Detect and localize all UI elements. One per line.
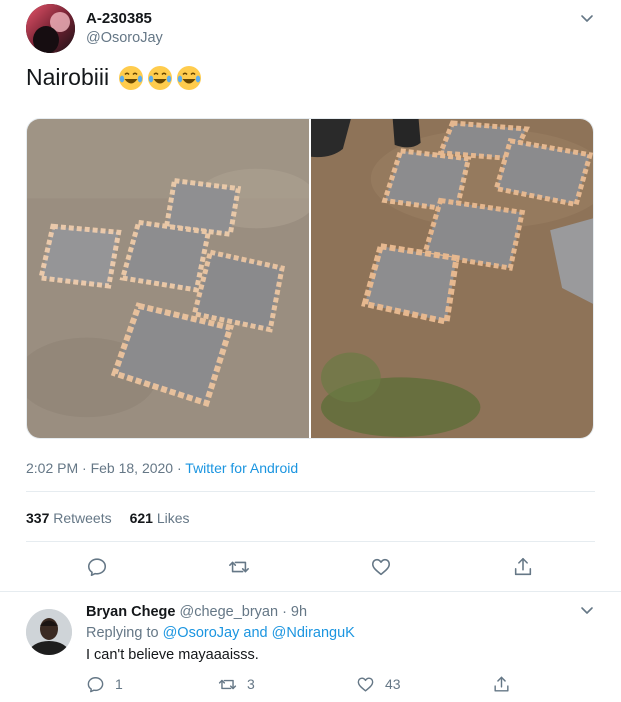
reply-retweet-button[interactable]: 3 [218,674,255,694]
laughing-emoji-icon [148,65,173,90]
reply-icon [87,676,104,692]
egg-tray [191,249,286,333]
reply-text: I can't believe mayaaaisss. [86,647,259,663]
egg-tray [119,219,212,293]
likes-count: 621 [129,510,153,526]
timestamp[interactable]: 2:02 PM · Feb 18, 2020 [26,460,173,476]
replying-to: Replying to @OsoroJay and @NdiranguK [86,625,355,641]
chevron-down-icon[interactable] [579,10,595,26]
reply-reply-button[interactable]: 1 [86,674,123,694]
retweets-label: Retweets [53,510,112,526]
like-icon [357,676,374,692]
like-icon[interactable] [370,556,392,578]
share-icon[interactable] [512,556,534,578]
mention-link[interactable]: @NdiranguK [272,625,355,641]
egg-tray [163,177,242,238]
likes-label: Likes [156,510,190,526]
laughing-emoji-icon [119,65,144,90]
reply-header: Bryan Chege @chege_bryan · 9h [86,604,307,620]
photo-right[interactable] [311,119,593,438]
tweet-stats: 337 Retweets 621 Likes [26,510,190,526]
share-icon [494,676,509,692]
laughing-emoji-icon [177,65,202,90]
tweet-text: Nairobiii [26,64,202,91]
meta-separator: · [173,460,186,476]
likes-stat[interactable]: 621 Likes [130,510,190,526]
retweets-count: 337 [26,510,50,526]
tweet-source-link[interactable]: Twitter for Android [185,460,298,476]
tweet-text-body: Nairobiii [26,64,110,90]
reply-display-name[interactable]: Bryan Chege [86,604,175,620]
reply-avatar[interactable] [26,609,72,655]
display-name[interactable]: A-230385 [86,10,152,27]
chevron-down-icon[interactable] [579,602,595,618]
retweet-count: 3 [247,676,255,692]
reply-handle[interactable]: @chege_bryan [179,604,278,620]
tweet-meta: 2:02 PM · Feb 18, 2020 · Twitter for And… [26,460,298,476]
reply-actions: 1 3 43 [0,674,621,696]
tweet-actions [0,556,621,580]
reply-count: 1 [115,676,123,692]
retweet-icon [218,679,237,689]
main-tweet: A-230385 @OsoroJay Nairobiii 2:02 PM · F… [0,0,621,592]
reply-like-button[interactable]: 43 [356,674,401,694]
reply-icon[interactable] [86,556,108,578]
reply-tweet[interactable]: Bryan Chege @chege_bryan · 9h Replying t… [0,592,621,702]
mention-link[interactable]: @OsoroJay [163,625,240,641]
like-count: 43 [385,676,401,692]
reply-share-button[interactable] [492,674,521,694]
reply-time[interactable]: · 9h [282,604,307,620]
divider [26,541,595,542]
replying-and: and [243,625,268,641]
egg-tray [37,223,122,289]
replying-prefix: Replying to [86,625,159,641]
divider [26,491,595,492]
user-handle[interactable]: @OsoroJay [86,30,163,46]
photo-left[interactable] [27,119,309,438]
retweet-icon[interactable] [228,556,250,578]
retweets-stat[interactable]: 337 Retweets [26,510,112,526]
tweet-media [26,118,594,439]
avatar[interactable] [26,4,75,53]
